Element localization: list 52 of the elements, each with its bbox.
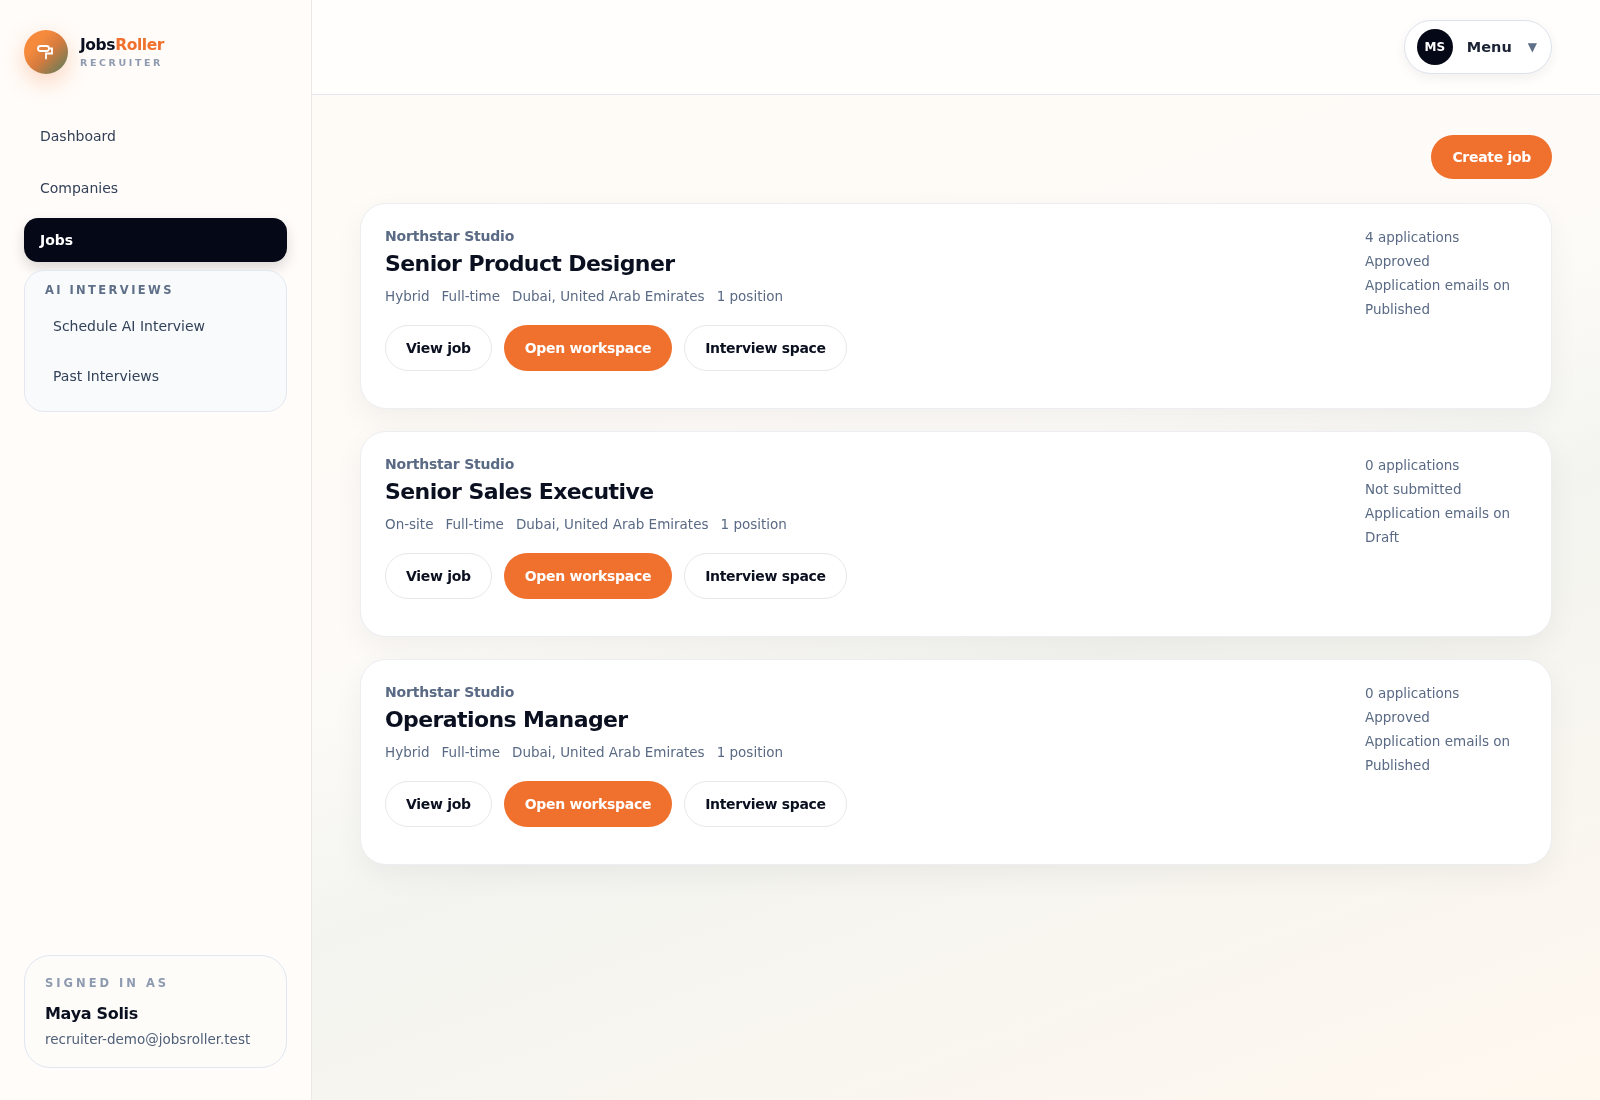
account-caption: SIGNED IN AS bbox=[45, 976, 171, 990]
job-title: Operations Manager bbox=[385, 707, 629, 732]
avatar: MS bbox=[1416, 29, 1453, 65]
job-meta: Dubai, United Arab Emirates bbox=[515, 516, 709, 532]
job-meta: Hybrid bbox=[385, 744, 430, 760]
view-job-button[interactable]: View job bbox=[385, 325, 492, 371]
job-meta: On-site bbox=[385, 516, 434, 532]
account-name: Maya Solis bbox=[45, 1004, 140, 1023]
caret-icon: ▼ bbox=[1527, 40, 1537, 54]
job-stat: Approved bbox=[1365, 252, 1431, 271]
interview-space-button[interactable]: Interview space bbox=[684, 553, 847, 599]
job-meta: Hybrid bbox=[385, 288, 430, 304]
job-stat: Application emails on bbox=[1365, 732, 1512, 751]
job-title: Senior Product Designer bbox=[385, 251, 676, 276]
company-name: Northstar Studio bbox=[385, 228, 516, 244]
job-stat: Published bbox=[1365, 300, 1431, 319]
menu-label: Menu bbox=[1466, 39, 1512, 55]
job-stat: Approved bbox=[1365, 708, 1431, 727]
job-meta: Dubai, United Arab Emirates bbox=[512, 288, 705, 304]
sidebar-subitem[interactable]: Past Interviews bbox=[33, 351, 278, 401]
job-meta: Full-time bbox=[441, 744, 501, 760]
job-stat: 0 applications bbox=[1365, 684, 1461, 703]
view-job-button[interactable]: View job bbox=[385, 781, 492, 827]
job-stat: Not submitted bbox=[1365, 480, 1463, 499]
job-meta: 1 position bbox=[716, 288, 783, 304]
interview-space-button[interactable]: Interview space bbox=[684, 325, 847, 371]
sidebar-item[interactable]: Dashboard bbox=[24, 114, 287, 158]
roller-icon bbox=[36, 42, 56, 62]
company-name: Northstar Studio bbox=[385, 684, 516, 700]
account-email: recruiter-demo@jobsroller.test bbox=[45, 1031, 252, 1047]
job-meta: Full-time bbox=[441, 288, 501, 304]
sidebar-item[interactable]: Companies bbox=[24, 166, 287, 210]
job-title: Senior Sales Executive bbox=[385, 479, 655, 504]
menu-button[interactable]: MS Menu ▼ bbox=[1403, 20, 1552, 74]
job-meta: Full-time bbox=[445, 516, 504, 532]
job-meta: Dubai, United Arab Emirates bbox=[512, 744, 705, 760]
job-stat: 0 applications bbox=[1365, 456, 1461, 475]
sidebar-subitem[interactable]: Schedule AI Interview bbox=[33, 301, 278, 351]
sidebar-item[interactable]: Jobs bbox=[24, 218, 287, 262]
job-meta: 1 position bbox=[716, 744, 783, 760]
job-stat: Published bbox=[1365, 756, 1431, 775]
job-meta: 1 position bbox=[720, 516, 787, 532]
interview-space-button[interactable]: Interview space bbox=[684, 781, 847, 827]
job-stat: 4 applications bbox=[1365, 228, 1461, 247]
view-job-button[interactable]: View job bbox=[385, 553, 492, 599]
job-stat: Draft bbox=[1365, 528, 1401, 547]
brand-name: JobsRoller bbox=[80, 36, 165, 54]
company-name: Northstar Studio bbox=[385, 456, 516, 472]
job-stat: Application emails on bbox=[1365, 504, 1512, 523]
brand-tagline: RECRUITER bbox=[80, 57, 165, 68]
group-title: AI INTERVIEWS bbox=[44, 283, 175, 299]
job-stat: Application emails on bbox=[1365, 276, 1512, 295]
